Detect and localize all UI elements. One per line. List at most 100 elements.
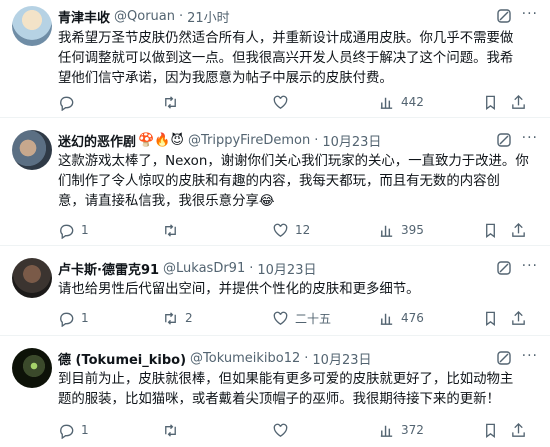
author-name[interactable]: 青津丰收 — [58, 7, 110, 26]
reply-button[interactable]: 1 — [58, 220, 89, 240]
tweet-text: 到目前为止，皮肤就很棒，但如果能有更多可爱的皮肤就更好了，比如动物主 题的服装，… — [58, 370, 536, 410]
reply-button[interactable]: 1 — [58, 420, 89, 440]
separator-dot: · — [179, 8, 184, 24]
tweet-text-line: 到目前为止，皮肤就很棒，但如果能有更多可爱的皮肤就更好了，比如动物主 — [58, 372, 514, 387]
reply-count: 1 — [81, 311, 89, 325]
bookmark-button[interactable] — [482, 308, 499, 328]
share-button[interactable] — [510, 420, 527, 440]
avatar[interactable] — [12, 258, 52, 298]
reply-tweet[interactable]: 迷幻的恶作剧 🍄🔥😈 @TrippyFireDemon · 10月23日 ···… — [0, 118, 550, 246]
tweet-text: 这款游戏太棒了，Nexon，谢谢你们关心我们玩家的关心，一直致力于改进。你 们制… — [58, 152, 536, 212]
views-button[interactable]: 442 — [378, 92, 424, 112]
more-options-icon[interactable]: ··· — [522, 6, 538, 22]
separator-dot: · — [249, 260, 254, 276]
views-icon — [380, 425, 393, 437]
views-count: 395 — [401, 223, 424, 237]
heart-icon — [273, 423, 288, 437]
avatar[interactable] — [12, 130, 52, 170]
avatar[interactable] — [12, 348, 52, 388]
like-button[interactable] — [272, 420, 295, 440]
views-count: 372 — [401, 423, 424, 437]
tweet-text-line: 意，请直接私信我，我很乐意分享😂 — [58, 194, 275, 209]
grok-icon[interactable] — [496, 260, 512, 276]
reply-icon — [60, 312, 74, 327]
reply-icon — [60, 424, 74, 439]
retweet-button[interactable] — [162, 92, 185, 112]
tweet-actions: 1 12 395 — [58, 220, 538, 240]
share-icon — [512, 94, 525, 109]
reply-tweet[interactable]: 卢卡斯·德雷克91 @LukasDr91 · 10月23日 ··· 请也给男性后… — [0, 246, 550, 336]
reply-icon — [60, 96, 74, 111]
separator-dot: · — [314, 132, 319, 148]
bookmark-button[interactable] — [482, 420, 499, 440]
bookmark-button[interactable] — [482, 92, 499, 112]
author-handle[interactable]: @Tokumeikibo12 — [190, 351, 300, 366]
tweet-actions: 1 372 — [58, 420, 538, 440]
retweet-button[interactable] — [162, 220, 185, 240]
like-count: 二十五 — [295, 311, 332, 326]
views-icon — [380, 225, 393, 237]
more-options-icon[interactable]: ··· — [522, 348, 538, 364]
timestamp[interactable]: 10月23日 — [312, 349, 371, 368]
bookmark-icon — [486, 311, 495, 326]
tweet-header: 青津丰收 @Qoruan · 21小时 — [58, 6, 510, 26]
tweet-text-line: 题的服装，比如猫咪，或者戴着尖顶帽子的巫师。我很期待接下来的更新！ — [58, 392, 500, 407]
more-options-icon[interactable]: ··· — [522, 130, 538, 146]
retweet-icon — [165, 95, 176, 109]
reply-count: 1 — [81, 423, 89, 437]
timestamp[interactable]: 10月23日 — [322, 131, 381, 150]
grok-icon[interactable] — [496, 132, 512, 148]
timestamp[interactable]: 21小时 — [187, 7, 230, 26]
tweet-actions: 442 — [58, 92, 538, 112]
bookmark-icon — [486, 423, 495, 438]
author-handle[interactable]: @LukasDr91 — [163, 261, 245, 276]
more-options-icon[interactable]: ··· — [522, 258, 538, 274]
avatar[interactable] — [12, 6, 52, 46]
tweet-text-line: 任何调整就可以做到这一点。但我很高兴开发人员终于解决了这个问题。我希 — [58, 51, 514, 66]
like-button[interactable]: 二十五 — [272, 308, 331, 328]
grok-icon[interactable] — [496, 8, 512, 24]
views-icon — [380, 313, 393, 325]
tweet-text-line: 请也给男性后代留出空间，并提供个性化的皮肤和更多细节。 — [58, 282, 420, 297]
grok-icon[interactable] — [496, 350, 512, 366]
tweet-text-line: 这款游戏太棒了，Nexon，谢谢你们关心我们玩家的关心，一直致力于改进。你 — [58, 154, 529, 169]
views-button[interactable]: 372 — [378, 420, 424, 440]
views-count: 476 — [401, 311, 424, 325]
heart-icon — [273, 95, 288, 109]
bookmark-icon — [486, 223, 495, 238]
share-icon — [512, 222, 525, 237]
author-handle[interactable]: @Qoruan — [114, 9, 175, 24]
reply-tweet[interactable]: 德 (Tokumei_kibo) @Tokumeikibo12 · 10月23日… — [0, 336, 550, 447]
like-button[interactable]: 12 — [272, 220, 310, 240]
author-name[interactable]: 德 (Tokumei_kibo) — [58, 349, 186, 368]
author-handle[interactable]: @TrippyFireDemon — [188, 133, 310, 148]
share-button[interactable] — [510, 92, 527, 112]
reply-count: 1 — [81, 223, 89, 237]
author-name[interactable]: 卢卡斯·德雷克91 — [58, 259, 159, 278]
views-button[interactable]: 476 — [378, 308, 424, 328]
share-icon — [512, 310, 525, 325]
tweet-text-line: 望他们信守承诺，因为我愿意为帖子中展示的皮肤付费。 — [58, 71, 393, 86]
like-button[interactable] — [272, 92, 295, 112]
share-icon — [512, 422, 525, 437]
like-count: 12 — [295, 223, 311, 237]
timestamp[interactable]: 10月23日 — [257, 259, 316, 278]
retweet-button[interactable] — [162, 420, 185, 440]
reply-tweet[interactable]: 青津丰收 @Qoruan · 21小时 ··· 我希望万圣节皮肤仍然适合所有人，… — [0, 0, 550, 118]
retweet-button[interactable]: 2 — [162, 308, 193, 328]
tweet-text: 请也给男性后代留出空间，并提供个性化的皮肤和更多细节。 — [58, 280, 536, 300]
share-button[interactable] — [510, 308, 527, 328]
retweet-icon — [165, 423, 176, 437]
views-button[interactable]: 395 — [378, 220, 424, 240]
share-button[interactable] — [510, 220, 527, 240]
tweet-header: 卢卡斯·德雷克91 @LukasDr91 · 10月23日 — [58, 258, 510, 278]
reply-button[interactable] — [58, 92, 81, 112]
separator-dot: · — [304, 350, 309, 366]
bookmark-icon — [486, 95, 495, 110]
tweet-header: 迷幻的恶作剧 🍄🔥😈 @TrippyFireDemon · 10月23日 — [58, 130, 510, 150]
bookmark-button[interactable] — [482, 220, 499, 240]
retweet-icon — [165, 311, 176, 325]
author-name[interactable]: 迷幻的恶作剧 — [58, 131, 136, 150]
reply-button[interactable]: 1 — [58, 308, 89, 328]
heart-icon — [273, 311, 288, 325]
